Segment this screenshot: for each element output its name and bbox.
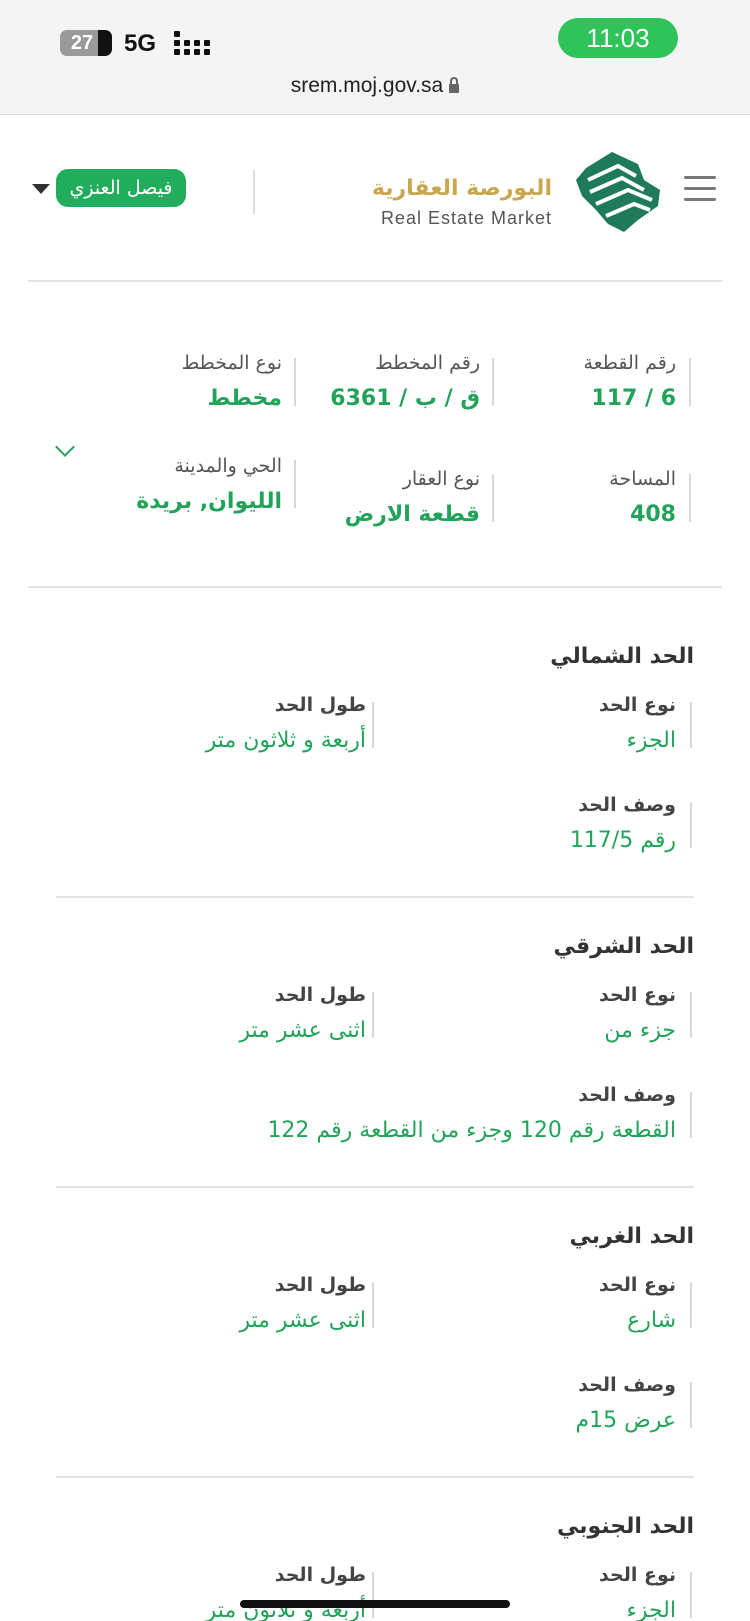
status-bar: 27 5G 11:03 srem.moj.gov.sa <box>0 0 750 115</box>
section-title: الحد الجنوبي <box>557 1514 694 1539</box>
border-description-value: القطعة رقم 120 وجزء من القطعة رقم 122 <box>267 1118 676 1143</box>
border-length-label: طول الحد <box>274 1274 366 1296</box>
divider <box>56 896 694 898</box>
header-divider <box>253 170 255 214</box>
border-length-label: طول الحد <box>274 1564 366 1586</box>
field-separator <box>689 474 691 522</box>
district-city-label: الحي والمدينة <box>174 455 282 477</box>
border-length-field: طول الحد أربعة و ثلاثون متر <box>206 694 366 753</box>
border-length-field: طول الحد اثنى عشر متر <box>239 1274 366 1333</box>
property-type-label: نوع العقار <box>402 468 480 490</box>
signal-icon <box>174 31 214 55</box>
plan-number-field: رقم المخطط ق / ب / 6361 <box>330 352 480 411</box>
border-length-label: طول الحد <box>274 984 366 1006</box>
site-header: البورصة العقارية Real Estate Market فيصل… <box>0 114 750 280</box>
area-value: 408 <box>630 502 676 527</box>
field-separator <box>492 358 494 406</box>
battery-level: 27 <box>70 32 94 54</box>
border-type-field: نوع الحد الجزء <box>599 1564 676 1621</box>
network-type: 5G <box>124 30 157 57</box>
caret-down-icon[interactable] <box>32 184 50 194</box>
plan-type-field: نوع المخطط مخطط <box>182 352 282 411</box>
address-bar[interactable]: srem.moj.gov.sa <box>0 74 750 98</box>
divider <box>56 1476 694 1478</box>
plot-number-value: 6 / 117 <box>591 386 676 411</box>
border-description-field: وصف الحد عرض 15م <box>576 1374 676 1433</box>
url-text: srem.moj.gov.sa <box>290 74 444 97</box>
border-type-field: نوع الحد الجزء <box>599 694 676 753</box>
divider <box>28 586 722 588</box>
border-type-field: نوع الحد شارع <box>599 1274 676 1333</box>
field-separator <box>690 1092 692 1138</box>
field-separator <box>294 358 296 406</box>
east-border-section: الحد الشرقي نوع الحد جزء من طول الحد اثن… <box>56 934 694 1172</box>
property-type-field: نوع العقار قطعة الارض <box>345 468 480 527</box>
field-separator <box>372 702 374 748</box>
border-type-label: نوع الحد <box>599 694 676 716</box>
border-type-value: شارع <box>627 1308 676 1333</box>
field-separator <box>372 1282 374 1328</box>
border-description-label: وصف الحد <box>578 794 676 816</box>
district-city-value: الليوان, بريدة <box>136 489 282 514</box>
border-type-label: نوع الحد <box>599 1564 676 1586</box>
border-type-field: نوع الحد جزء من <box>599 984 676 1043</box>
plan-type-label: نوع المخطط <box>181 352 282 374</box>
field-separator <box>690 992 692 1038</box>
section-title: الحد الغربي <box>569 1224 694 1249</box>
border-description-value: عرض 15م <box>575 1408 676 1433</box>
border-type-label: نوع الحد <box>599 984 676 1006</box>
plan-number-value: ق / ب / 6361 <box>330 386 480 411</box>
field-separator <box>689 358 691 406</box>
field-separator <box>294 460 296 508</box>
border-length-field: طول الحد أربعة و ثلاثون متر <box>206 1564 366 1621</box>
field-separator <box>690 802 692 848</box>
field-separator <box>690 1282 692 1328</box>
divider <box>28 280 722 282</box>
plan-type-value: مخطط <box>207 386 282 411</box>
field-separator <box>492 474 494 522</box>
border-description-label: وصف الحد <box>578 1374 676 1396</box>
plot-number-label: رقم القطعة <box>583 352 676 374</box>
section-title: الحد الشرقي <box>553 934 694 959</box>
border-description-label: وصف الحد <box>578 1084 676 1106</box>
logo-arabic-text: البورصة العقارية <box>371 176 552 201</box>
area-label: المساحة <box>609 468 676 490</box>
battery-icon: 27 <box>60 30 112 56</box>
field-separator <box>690 1382 692 1428</box>
border-length-value: اثنى عشر متر <box>239 1308 366 1333</box>
border-description-field: وصف الحد القطعة رقم 120 وجزء من القطعة ر… <box>267 1084 676 1143</box>
logo-english-text: Real Estate Market <box>380 208 552 228</box>
border-type-label: نوع الحد <box>599 1274 676 1296</box>
west-border-section: الحد الغربي نوع الحد شارع طول الحد اثنى … <box>56 1224 694 1462</box>
logo-map-icon <box>576 152 660 232</box>
section-title: الحد الشمالي <box>550 644 694 669</box>
border-type-value: الجزء <box>626 728 677 753</box>
border-type-value: جزء من <box>604 1018 676 1043</box>
border-type-value: الجزء <box>626 1598 677 1621</box>
field-separator <box>372 1572 374 1618</box>
expand-chevron-icon[interactable] <box>55 437 75 457</box>
border-length-value: أربعة و ثلاثون متر <box>205 728 366 753</box>
field-separator <box>690 702 692 748</box>
lock-icon <box>449 77 460 93</box>
border-length-label: طول الحد <box>274 694 366 716</box>
border-length-value: اثنى عشر متر <box>239 1018 366 1043</box>
property-type-value: قطعة الارض <box>344 502 480 527</box>
border-description-field: وصف الحد رقم 117/5 <box>570 794 676 853</box>
plot-number-field: رقم القطعة 6 / 117 <box>583 352 676 411</box>
field-separator <box>372 992 374 1038</box>
area-field: المساحة 408 <box>609 468 676 527</box>
north-border-section: الحد الشمالي نوع الحد الجزء طول الحد أرب… <box>56 644 694 882</box>
clock: 11:03 <box>558 18 678 58</box>
border-description-value: رقم 117/5 <box>569 828 676 853</box>
border-length-field: طول الحد اثنى عشر متر <box>239 984 366 1043</box>
field-separator <box>690 1572 692 1618</box>
home-indicator[interactable] <box>240 1600 510 1608</box>
plan-number-label: رقم المخطط <box>375 352 480 374</box>
hamburger-menu-icon[interactable] <box>684 176 716 202</box>
divider <box>56 1186 694 1188</box>
user-menu-button[interactable]: فيصل العنزي <box>56 169 186 207</box>
district-city-field: الحي والمدينة الليوان, بريدة <box>136 455 282 514</box>
